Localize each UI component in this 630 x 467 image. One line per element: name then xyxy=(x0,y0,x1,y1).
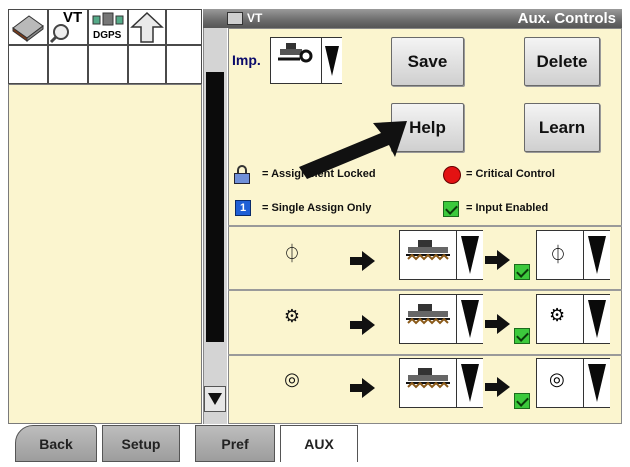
chevron-down-icon xyxy=(588,236,606,274)
aux-tab[interactable]: AUX xyxy=(280,425,358,462)
legend-single-text: = Single Assign Only xyxy=(262,202,372,214)
left-pane xyxy=(8,84,202,424)
implement-icon xyxy=(278,43,313,63)
implement-selector[interactable] xyxy=(270,37,342,84)
implement-assignment[interactable] xyxy=(399,358,483,408)
chevron-down-icon xyxy=(588,300,606,338)
window-vt-label: VT xyxy=(247,11,263,25)
assignment-dropdown[interactable] xyxy=(456,295,483,343)
row-divider xyxy=(228,289,622,291)
legend-locked-text: = Assignment Locked xyxy=(262,168,376,180)
arrow-right-icon xyxy=(485,250,510,270)
scroll-down-button[interactable] xyxy=(204,386,226,412)
lock-icon xyxy=(234,165,250,184)
arrow-right-icon xyxy=(485,377,510,397)
row-divider xyxy=(228,354,622,356)
settings-circle-icon: ◎ xyxy=(549,369,565,389)
setup-tab[interactable]: Setup xyxy=(102,425,180,462)
dgps-shortcut-label: DGPS xyxy=(93,30,122,41)
arrow-right-icon xyxy=(350,315,375,335)
implement-dropdown[interactable] xyxy=(321,38,342,83)
back-tab[interactable]: Back xyxy=(15,425,97,462)
shortcut-dgps[interactable]: DGPS xyxy=(88,9,128,45)
input-enabled-icon xyxy=(514,264,530,280)
chevron-down-icon xyxy=(461,236,479,274)
assignment-dropdown[interactable] xyxy=(583,231,610,279)
settings-small-icon: ⚙ xyxy=(283,306,301,326)
shortcut-book[interactable] xyxy=(8,9,48,45)
shortcut-empty[interactable] xyxy=(88,45,128,84)
vt-window-icon xyxy=(227,12,243,25)
power-symbol-icon: ⏀ xyxy=(283,244,301,264)
implement-icon xyxy=(406,304,450,325)
book-icon xyxy=(12,15,44,42)
input-enabled-icon xyxy=(514,393,530,409)
learn-button[interactable]: Learn xyxy=(524,103,600,152)
up-arrow-icon xyxy=(130,11,164,43)
shortcut-empty[interactable] xyxy=(166,9,202,45)
power-symbol-icon: ⏀ xyxy=(549,245,567,265)
implement-icon xyxy=(406,368,450,389)
shortcut-empty[interactable] xyxy=(166,45,202,84)
shortcut-empty[interactable] xyxy=(128,45,166,84)
implement-assignment[interactable] xyxy=(399,294,483,344)
vt-shortcut-label: VT xyxy=(63,9,83,26)
assignment-dropdown[interactable] xyxy=(456,359,483,407)
implement-assignment[interactable] xyxy=(399,230,483,280)
shortcut-vt[interactable]: VT xyxy=(48,9,88,45)
implement-icon xyxy=(406,240,450,261)
single-assign-icon: 1 xyxy=(235,200,251,216)
assignment-dropdown[interactable] xyxy=(456,231,483,279)
input-assignment[interactable]: ⚙ xyxy=(536,294,610,344)
dgps-satellite-icon xyxy=(92,12,124,26)
settings-circle-icon: ◎ xyxy=(284,369,300,389)
pref-tab[interactable]: Pref xyxy=(195,425,275,462)
input-enabled-icon xyxy=(443,201,459,217)
shortcut-empty[interactable] xyxy=(48,45,88,84)
critical-control-icon xyxy=(443,166,461,184)
chevron-down-icon xyxy=(461,300,479,338)
chevron-down-icon xyxy=(461,364,479,402)
assignment-dropdown[interactable] xyxy=(583,295,610,343)
legend-critical-text: = Critical Control xyxy=(466,168,555,180)
window-title: Aux. Controls xyxy=(517,10,616,27)
window-titlebar: VT Aux. Controls xyxy=(203,9,622,28)
input-enabled-icon xyxy=(514,328,530,344)
chevron-down-icon xyxy=(588,364,606,402)
shortcut-up[interactable] xyxy=(128,9,166,45)
arrow-right-icon xyxy=(350,378,375,398)
chevron-down-icon xyxy=(208,393,222,405)
legend-enabled-text: = Input Enabled xyxy=(466,202,549,214)
implement-label: Imp. xyxy=(232,52,261,68)
arrow-right-icon xyxy=(350,251,375,271)
assignment-dropdown[interactable] xyxy=(583,359,610,407)
arrow-right-icon xyxy=(485,314,510,334)
input-assignment[interactable]: ⏀ xyxy=(536,230,610,280)
scrollbar-thumb[interactable] xyxy=(206,72,224,342)
save-button[interactable]: Save xyxy=(391,37,464,86)
chevron-down-icon xyxy=(325,45,339,76)
input-assignment[interactable]: ◎ xyxy=(536,358,610,408)
delete-button[interactable]: Delete xyxy=(524,37,600,86)
settings-small-icon: ⚙ xyxy=(549,305,566,325)
shortcut-empty[interactable] xyxy=(8,45,48,84)
row-divider xyxy=(228,225,622,227)
